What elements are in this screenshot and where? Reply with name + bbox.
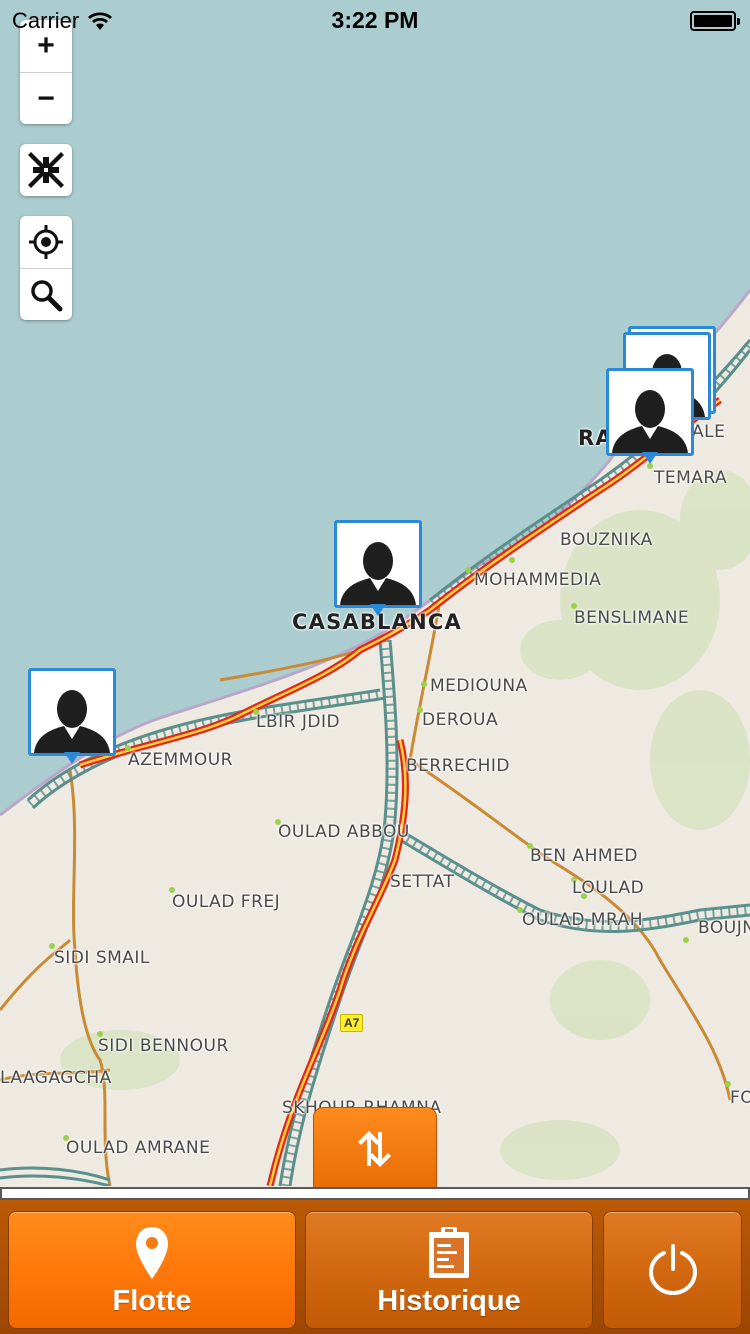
city-label: AZEMMOUR <box>128 750 233 770</box>
battery-icon <box>690 11 740 31</box>
city-label: LOULAD <box>572 878 645 898</box>
zoom-out-button[interactable]: − <box>20 72 72 124</box>
panel-toggle-button[interactable] <box>313 1107 437 1189</box>
tab-label: Flotte <box>112 1284 192 1317</box>
status-bar: Carrier 3:22 PM <box>0 0 750 40</box>
city-label: OULAD ABBOU <box>278 822 410 842</box>
city-label: DEROUA <box>422 710 499 730</box>
collapse-icon <box>28 152 64 188</box>
city-label: LAAGAGCHA <box>0 1068 112 1088</box>
road-sign-a7: A7 <box>340 1014 364 1032</box>
city-label: ALE <box>692 422 726 442</box>
city-label: BENSLIMANE <box>574 608 690 628</box>
clipboard-icon <box>429 1226 469 1278</box>
driver-marker-rabat-stack[interactable] <box>606 326 716 466</box>
city-label: SIDI SMAIL <box>54 948 150 968</box>
marker-pointer <box>370 604 386 616</box>
tab-bar: Flotte Historique <box>0 1200 750 1334</box>
avatar <box>606 368 694 456</box>
city-label: LBIR JDID <box>256 712 341 732</box>
city-label: MEDIOUNA <box>430 676 528 696</box>
tab-historique[interactable]: Historique <box>305 1211 593 1329</box>
city-label: OULAD MRAH <box>522 910 644 930</box>
person-icon <box>340 542 416 605</box>
tab-logout[interactable] <box>603 1211 742 1329</box>
search-icon <box>31 279 63 311</box>
city-label: BOUZNIKA <box>560 530 653 550</box>
city-label: FO <box>730 1088 750 1108</box>
city-label: TEMARA <box>654 468 728 488</box>
avatar <box>334 520 422 608</box>
city-label: SETTAT <box>390 872 455 892</box>
city-label: SIDI BENNOUR <box>98 1036 229 1056</box>
city-label: OULAD AMRANE <box>66 1138 211 1158</box>
status-time: 3:22 PM <box>331 7 419 33</box>
city-label: OULAD FREJ <box>172 892 281 912</box>
map-view[interactable]: CASABLANCA RA ALE TEMARA BOUZNIKA MOHAMM… <box>0 0 750 1186</box>
city-label: BEN AHMED <box>530 846 638 866</box>
city-label: BOUJN <box>698 918 750 938</box>
city-label: MOHAMMEDIA <box>474 570 602 590</box>
tab-flotte[interactable]: Flotte <box>8 1211 296 1329</box>
locate-button[interactable] <box>20 216 72 268</box>
fit-controls <box>20 144 72 196</box>
map-pin-icon <box>136 1226 168 1279</box>
search-button[interactable] <box>20 268 72 320</box>
locate-controls <box>20 216 72 320</box>
zoom-out-icon: − <box>37 81 55 115</box>
bottom-panel-strip <box>0 1187 750 1200</box>
driver-marker-casablanca[interactable] <box>334 520 422 618</box>
swap-vertical-icon <box>358 1130 391 1167</box>
marker-pointer <box>64 752 80 764</box>
locate-icon <box>29 225 63 259</box>
power-icon <box>648 1244 697 1295</box>
driver-marker-azemmour[interactable] <box>28 668 116 766</box>
tab-label: Historique <box>377 1284 521 1317</box>
person-icon <box>612 390 688 453</box>
avatar <box>28 668 116 756</box>
marker-pointer <box>642 452 658 464</box>
city-label: BERRECHID <box>406 756 511 776</box>
person-icon <box>34 690 110 753</box>
battery-fill <box>694 15 732 27</box>
collapse-button[interactable] <box>20 144 72 196</box>
